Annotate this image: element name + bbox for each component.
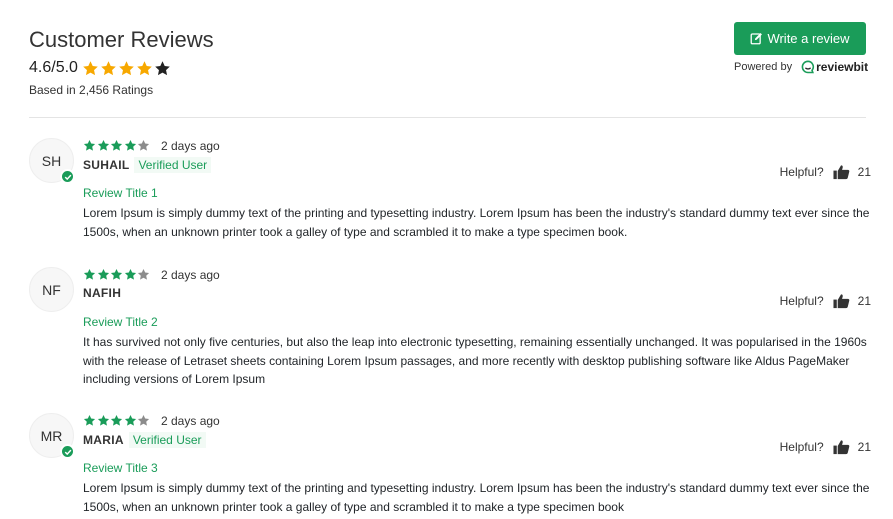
star-filled-icon	[97, 268, 110, 281]
helpful-widget: Helpful? 21	[780, 439, 871, 455]
star-empty-icon	[137, 414, 150, 427]
helpful-widget: Helpful? 21	[780, 293, 871, 309]
star-filled-icon	[124, 414, 137, 427]
thumbs-up-icon[interactable]	[833, 293, 850, 309]
star-filled-icon	[100, 60, 117, 77]
review-title: Review Title 1	[83, 186, 158, 200]
review-date: 2 days ago	[161, 139, 220, 153]
reviewer-row: SUHAIL Verified User	[83, 157, 212, 173]
star-empty-icon	[154, 60, 171, 77]
review-stars	[83, 414, 151, 427]
star-filled-icon	[110, 414, 123, 427]
logo-text: reviewbit	[816, 60, 869, 74]
reviewbit-logo[interactable]: reviewbit	[801, 60, 868, 74]
reviewer-row: MARIA Verified User	[83, 432, 206, 448]
star-filled-icon	[110, 139, 123, 152]
star-filled-icon	[124, 139, 137, 152]
helpful-label: Helpful?	[779, 165, 824, 179]
reviewer-name: NAFIH	[83, 286, 122, 300]
star-filled-icon	[97, 139, 110, 152]
star-filled-icon	[124, 268, 137, 281]
star-filled-icon	[97, 414, 110, 427]
write-review-button[interactable]: Write a review	[734, 22, 866, 55]
overall-rating: 4.6/5.0	[29, 59, 172, 77]
ratings-count: Based in 2,456 Ratings	[29, 83, 154, 97]
verified-check-icon	[60, 169, 75, 184]
star-filled-icon	[118, 60, 135, 77]
thumbs-up-icon[interactable]	[833, 164, 850, 180]
avatar: NF	[29, 267, 74, 312]
page-title: Customer Reviews	[29, 27, 214, 52]
verified-badge: Verified User	[128, 432, 206, 448]
star-filled-icon	[83, 139, 96, 152]
review-body: It has survived not only five centuries,…	[83, 335, 867, 386]
helpful-label: Helpful?	[779, 440, 824, 454]
reviewer-row: NAFIH	[83, 286, 121, 300]
rating-value: 4.6/5.0	[29, 59, 78, 76]
review-title: Review Title 3	[83, 461, 158, 475]
star-empty-icon	[137, 139, 150, 152]
thumbs-up-icon[interactable]	[833, 439, 850, 455]
helpful-widget: Helpful? 21	[780, 164, 871, 180]
review-stars	[83, 139, 151, 152]
review-date: 2 days ago	[161, 414, 220, 428]
write-review-label: Write a review	[767, 31, 850, 46]
edit-icon	[751, 33, 763, 45]
star-empty-icon	[137, 268, 150, 281]
helpful-label: Helpful?	[779, 294, 824, 308]
chat-bubble-icon	[801, 60, 815, 74]
review-stars	[83, 268, 151, 281]
review-body: Lorem Ipsum is simply dummy text of the …	[83, 206, 870, 239]
helpful-count: 21	[857, 294, 871, 308]
review-title: Review Title 2	[83, 315, 158, 329]
star-filled-icon	[83, 268, 96, 281]
star-filled-icon	[83, 414, 96, 427]
review-date: 2 days ago	[161, 268, 220, 282]
helpful-count: 21	[857, 440, 871, 454]
reviewer-name: MARIA	[83, 433, 124, 447]
overall-stars	[82, 60, 172, 77]
reviewer-name: SUHAIL	[83, 158, 130, 172]
star-filled-icon	[110, 268, 123, 281]
star-filled-icon	[82, 60, 99, 77]
verified-badge: Verified User	[134, 157, 212, 173]
verified-check-icon	[60, 444, 75, 459]
powered-by-text: Powered by	[734, 61, 793, 73]
helpful-count: 21	[857, 165, 871, 179]
star-filled-icon	[136, 60, 153, 77]
powered-by: Powered by reviewbit	[734, 60, 868, 74]
header-divider	[29, 117, 866, 118]
review-body: Lorem Ipsum is simply dummy text of the …	[83, 481, 870, 514]
